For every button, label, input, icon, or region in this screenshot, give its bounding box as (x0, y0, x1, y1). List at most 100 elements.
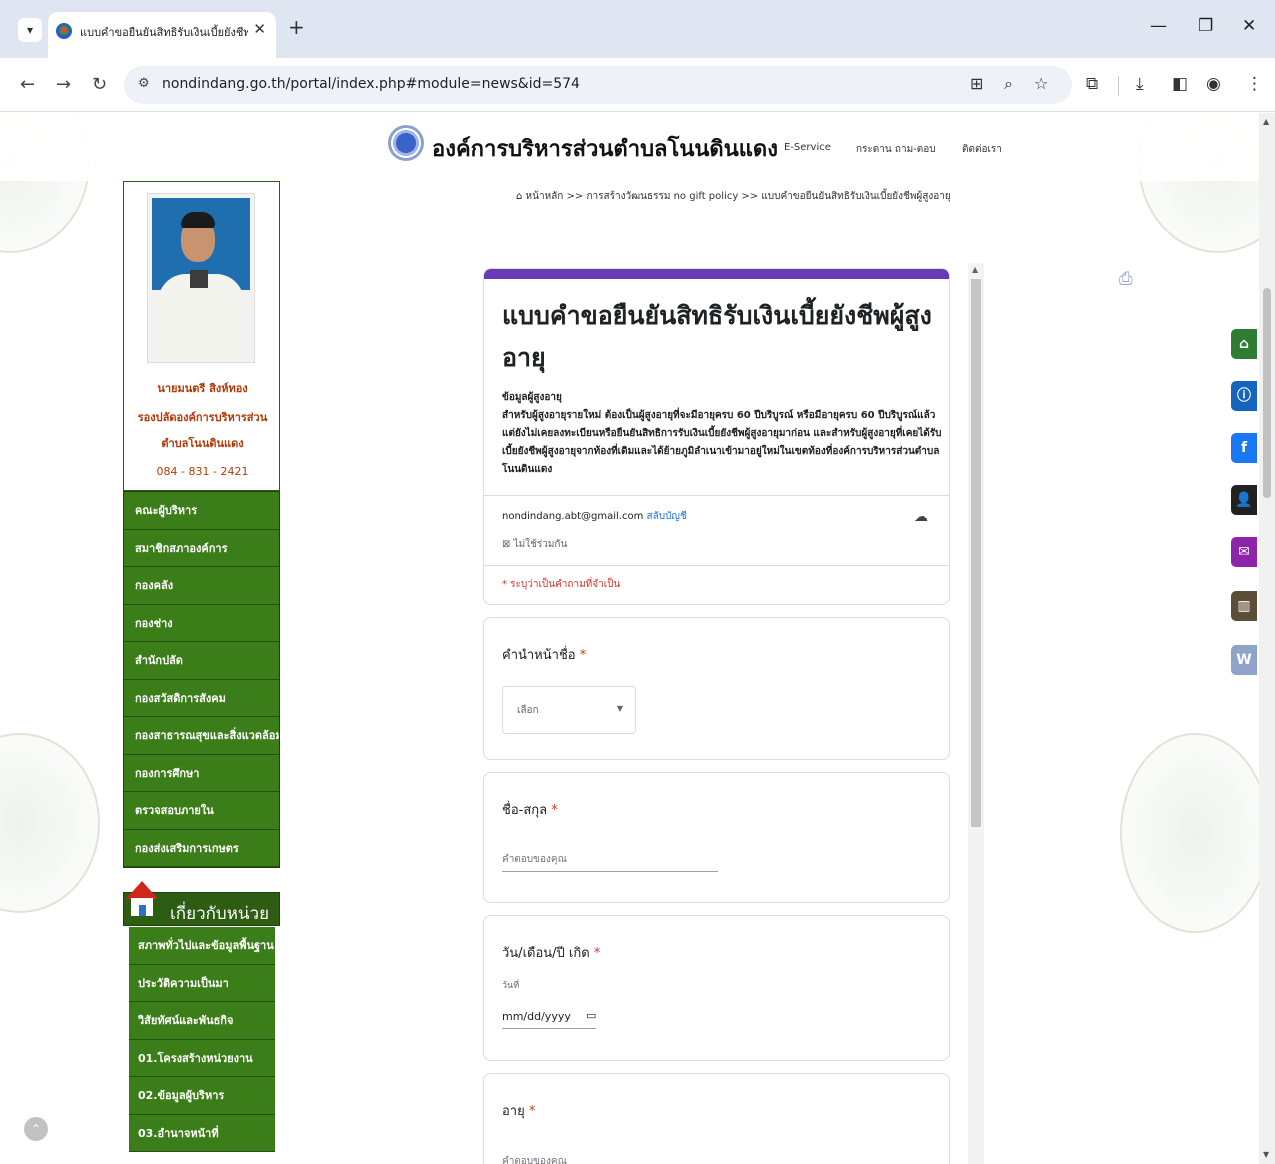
address-bar[interactable]: ⚙ nondindang.go.th/portal/index.php#modu… (124, 66, 1072, 104)
extensions-icon[interactable]: ⧉ (1086, 74, 1098, 94)
quicklink-user-icon[interactable]: 👤 (1231, 485, 1257, 515)
seal-watermark-image (0, 733, 100, 913)
switch-account-link[interactable]: สลับบัญชี (647, 511, 687, 522)
required-star: * (579, 648, 587, 663)
forward-arrow-icon[interactable]: → (56, 74, 71, 95)
page-scrollbar[interactable]: ▲ ▼ (1259, 113, 1275, 1164)
quicklink-mail-icon[interactable]: ✉ (1231, 537, 1257, 567)
form-scrollbar[interactable]: ▲ (968, 263, 984, 1164)
site-title[interactable]: องค์การบริหารส่วนตำบลโนนดินแดง (432, 131, 778, 166)
about-menu: สภาพทั่วไปและข้อมูลพื้นฐาน ประวัติความเป… (129, 927, 275, 1152)
required-star: * (593, 946, 601, 961)
seal-watermark-image (1120, 733, 1270, 933)
form-divider (484, 495, 949, 496)
executive-role: รองปลัดองค์การบริหารส่วนตำบลโนนดินแดง (137, 411, 268, 450)
dropdown-caret-icon: ▼ (616, 704, 623, 713)
nav-contact[interactable]: ติดต่อเรา (962, 142, 1002, 157)
menu-item-agriculture[interactable]: กองส่งเสริมการเกษตร (124, 829, 279, 867)
about-item-general-info[interactable]: สภาพทั่วไปและข้อมูลพื้นฐาน (129, 927, 275, 965)
about-item-structure[interactable]: 01.โครงสร้างหน่วยงาน (129, 1039, 275, 1077)
question-card-full-name: ชื่อ-สกุล * คำตอบของคุณ (483, 772, 950, 903)
menu-item-engineering[interactable]: กองช่าง (124, 604, 279, 642)
quicklink-word-icon[interactable]: W (1231, 645, 1257, 675)
site-info-icon[interactable]: ⚙ (138, 76, 150, 91)
form-scrollbar-thumb[interactable] (971, 279, 981, 827)
calendar-icon[interactable]: ▭ (586, 1009, 596, 1022)
about-item-vision[interactable]: วิสัยทัศน์และพันธกิจ (129, 1002, 275, 1040)
required-star: * (551, 803, 558, 818)
photo-collar (190, 270, 208, 288)
menu-item-council[interactable]: สมาชิกสภาองค์การ (124, 529, 279, 567)
browser-toolbar: ← → ↻ ⚙ nondindang.go.th/portal/index.ph… (0, 58, 1275, 112)
menu-item-welfare[interactable]: กองสวัสดิการสังคม (124, 679, 279, 717)
question-label-text: วัน/เดือน/ปี เกิด (502, 946, 590, 961)
page-scroll-down-icon[interactable]: ▼ (1263, 1150, 1269, 1159)
organization-logo-icon[interactable] (388, 125, 424, 161)
new-tab-icon[interactable]: + (288, 15, 305, 39)
about-item-history[interactable]: ประวัติความเป็นมา (129, 964, 275, 1002)
about-section-title: เกี่ยวกับหน่วย (170, 904, 270, 924)
quicklink-home-icon[interactable]: ⌂ (1231, 329, 1257, 359)
zoom-icon[interactable]: ⌕ (1004, 74, 1013, 94)
menu-item-public-health[interactable]: กองสาธารณสุขและสิ่งแวดล้อม (124, 717, 279, 755)
page-scroll-up-icon[interactable]: ▲ (1263, 117, 1269, 126)
question-label-text: อายุ (502, 1104, 525, 1119)
nav-e-service[interactable]: E-Service (784, 142, 831, 153)
dropdown-placeholder: เลือก (517, 705, 539, 716)
site-favicon-icon (56, 23, 72, 39)
home-icon[interactable]: ⌂ (516, 191, 522, 202)
quicklink-chart-icon[interactable]: ▥ (1231, 591, 1257, 621)
nav-qa-board[interactable]: กระดาน ถาม-ตอบ (856, 142, 936, 157)
reload-icon[interactable]: ↻ (92, 74, 107, 95)
breadcrumb-text[interactable]: หน้าหลัก >> การสร้างวัฒนธรรม no gift pol… (526, 191, 951, 202)
bookmark-star-icon[interactable]: ☆ (1034, 74, 1048, 93)
active-browser-tab[interactable]: แบบคำขอยืนยันสิทธิรับเงินเบี้ยยังชีพ ✕ (48, 12, 276, 58)
house-door (139, 905, 146, 916)
browser-tab-bar: ▾ แบบคำขอยืนยันสิทธิรับเงินเบี้ยยังชีพ ✕… (0, 0, 1275, 58)
quicklink-facebook-icon[interactable]: f (1231, 433, 1257, 463)
menu-item-office[interactable]: สำนักปลัด (124, 642, 279, 680)
form-divider (484, 565, 949, 566)
executive-photo (147, 193, 255, 363)
full-name-input[interactable]: คำตอบของคุณ (502, 852, 567, 867)
birth-date-input[interactable]: mm/dd/yyyy (502, 1010, 571, 1023)
translate-icon[interactable]: ⊞ (970, 74, 983, 93)
close-window-icon[interactable]: ✕ (1242, 16, 1256, 36)
age-input[interactable]: คำตอบของคุณ (502, 1154, 567, 1164)
browser-menu-icon[interactable]: ⋮ (1246, 74, 1263, 94)
close-tab-icon[interactable]: ✕ (253, 20, 266, 38)
menu-item-internal-audit[interactable]: ตรวจสอบภายใน (124, 792, 279, 830)
form-title: แบบคำขอยืนยันสิทธิรับเงินเบี้ยยังชีพผู้ส… (502, 301, 932, 372)
menu-item-education[interactable]: กองการศึกษา (124, 754, 279, 792)
embedded-form-frame: แบบคำขอยืนยันสิทธิรับเงินเบี้ยยังชีพผู้ส… (483, 263, 983, 1164)
required-star: * (528, 1104, 536, 1119)
about-item-executive-info[interactable]: 02.ข้อมูลผู้บริหาร (129, 1077, 275, 1115)
side-panel-icon[interactable]: ◧ (1172, 74, 1188, 94)
restore-window-icon[interactable]: ❐ (1198, 16, 1213, 36)
profile-avatar-icon[interactable]: ◉ (1206, 74, 1221, 94)
about-item-authority[interactable]: 03.อำนาจหน้าที่ (129, 1114, 275, 1152)
page-scrollbar-thumb[interactable] (1263, 288, 1271, 498)
input-underline (502, 1028, 596, 1029)
house-icon (126, 881, 158, 921)
form-description-heading: ข้อมูลผู้สูงอายุ (502, 392, 562, 403)
minimize-window-icon[interactable]: — (1150, 16, 1167, 36)
about-section-header: เกี่ยวกับหน่วย (123, 881, 280, 926)
url-text[interactable]: nondindang.go.th/portal/index.php#module… (162, 76, 580, 92)
input-underline (502, 871, 718, 872)
form-description: ข้อมูลผู้สูงอายุ สำหรับผู้สูงอายุรายใหม่… (502, 389, 942, 479)
tab-list-chevron-icon[interactable]: ▾ (18, 18, 42, 42)
scroll-up-arrow-icon[interactable]: ▲ (972, 265, 978, 274)
required-note: * ระบุว่าเป็นคำถามที่จำเป็น (502, 579, 621, 590)
form-description-body: สำหรับผู้สูงอายุรายใหม่ ต้องเป็นผู้สูงอา… (502, 410, 942, 475)
print-icon[interactable]: ⎙ (1119, 269, 1133, 289)
menu-item-finance[interactable]: กองคลัง (124, 567, 279, 605)
menu-item-executives[interactable]: คณะผู้บริหาร (124, 492, 279, 530)
scroll-to-top-button[interactable]: ⌃ (24, 1117, 48, 1141)
site-header: องค์การบริหารส่วนตำบลโนนดินแดง E-Service… (0, 113, 1259, 181)
back-arrow-icon[interactable]: ← (20, 74, 35, 95)
not-shared-status: ⊠ ไม่ใช้ร่วมกัน (502, 537, 567, 552)
title-prefix-dropdown[interactable]: เลือก ▼ (502, 686, 636, 734)
quicklink-info-icon[interactable]: ⓘ (1231, 381, 1257, 411)
download-icon[interactable]: ⤓ (1136, 74, 1144, 94)
